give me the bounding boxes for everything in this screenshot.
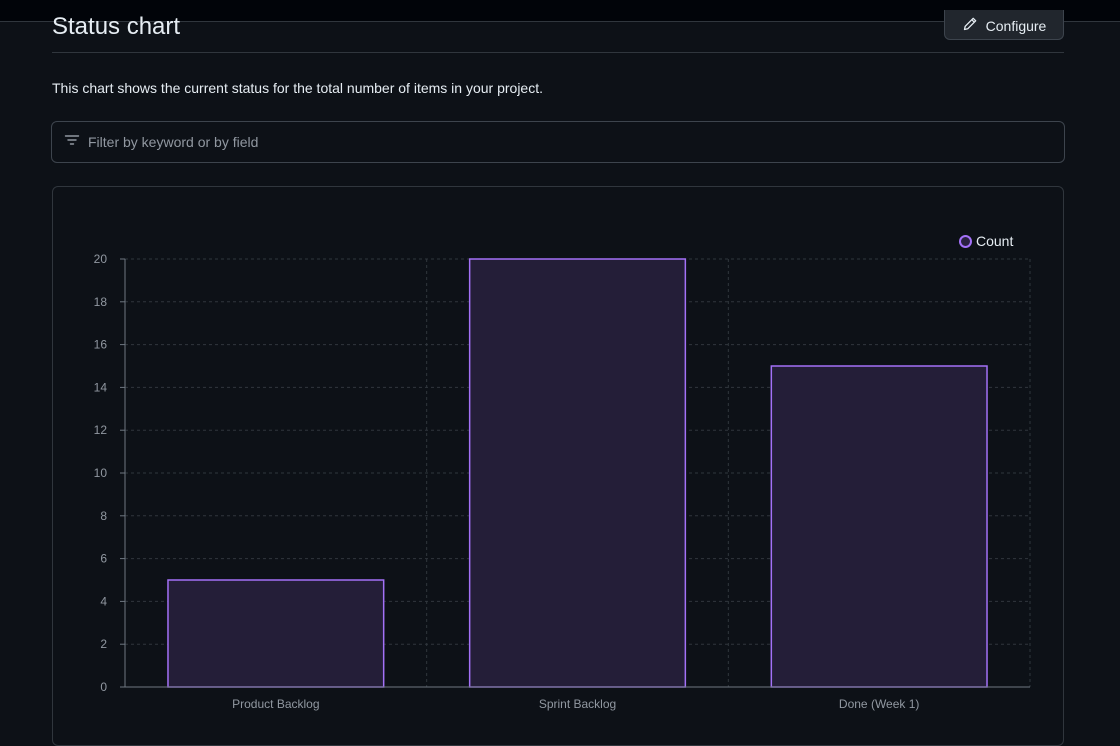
x-tick-label: Sprint Backlog bbox=[539, 697, 616, 711]
y-tick-label: 12 bbox=[94, 423, 108, 437]
bar bbox=[468, 258, 687, 688]
y-tick-label: 18 bbox=[94, 295, 108, 309]
y-tick-label: 4 bbox=[100, 594, 107, 608]
chart-legend[interactable]: Count bbox=[959, 233, 1013, 249]
y-tick-label: 8 bbox=[100, 509, 107, 523]
x-tick-label: Product Backlog bbox=[232, 697, 319, 711]
y-tick-label: 10 bbox=[94, 466, 108, 480]
y-tick-label: 2 bbox=[100, 637, 107, 651]
bar-chart: 0 2 4 6 8 10 12 14 16 18 20 Product Backlog Sprint B… bbox=[94, 252, 1031, 711]
bar bbox=[770, 365, 988, 688]
y-tick-label: 0 bbox=[100, 680, 107, 694]
y-tick-label: 16 bbox=[94, 338, 108, 352]
legend-label-count: Count bbox=[976, 233, 1014, 249]
circle-icon bbox=[959, 234, 972, 248]
chart-bars bbox=[167, 258, 988, 688]
y-tick-label: 14 bbox=[94, 380, 108, 394]
bar bbox=[167, 579, 385, 688]
y-tick-label: 6 bbox=[100, 552, 107, 566]
x-tick-label: Done (Week 1) bbox=[839, 697, 919, 711]
y-tick-label: 20 bbox=[94, 252, 108, 266]
